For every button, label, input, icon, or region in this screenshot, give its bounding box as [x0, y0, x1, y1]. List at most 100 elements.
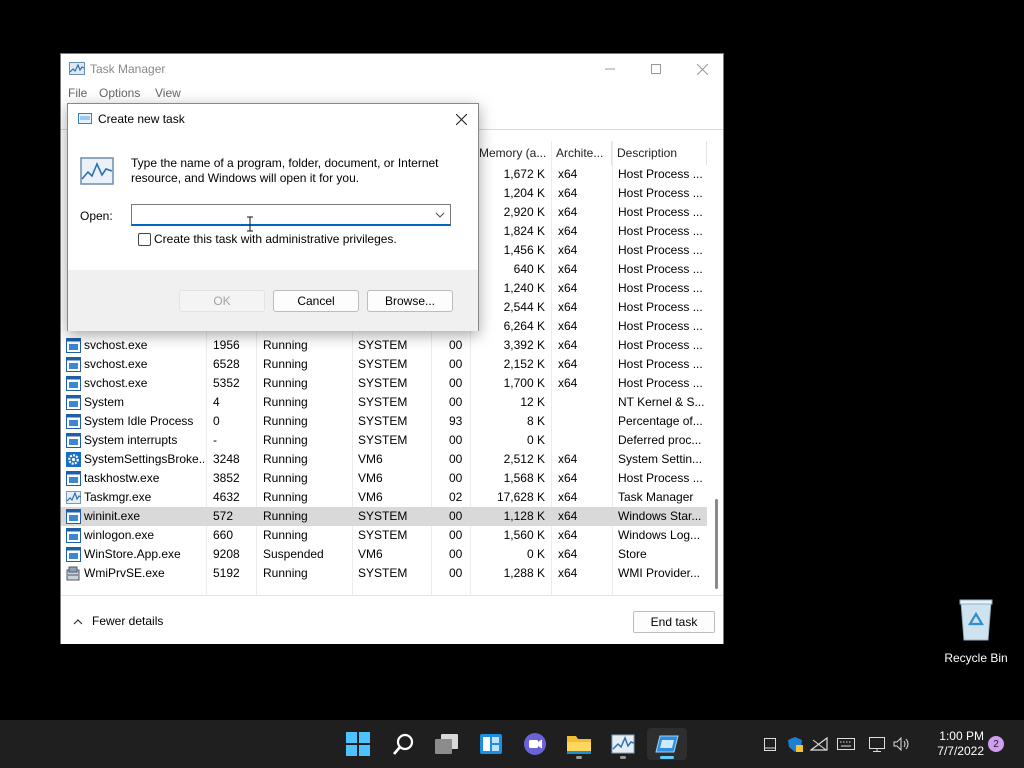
- tray-keyboard-icon[interactable]: [836, 734, 856, 754]
- cell-cpu: 00: [449, 452, 463, 466]
- service-icon: [66, 395, 81, 410]
- fewer-details-label: Fewer details: [92, 614, 164, 628]
- task-view-icon: [435, 734, 458, 754]
- tray-security-icon[interactable]: [785, 734, 805, 754]
- tray-notes-icon[interactable]: [760, 734, 780, 754]
- open-dropdown-button[interactable]: [433, 208, 447, 222]
- taskbar-create-new-task[interactable]: [647, 728, 687, 760]
- cell-description: Host Process ...: [618, 281, 703, 295]
- admin-privileges-checkbox[interactable]: Create this task with administrative pri…: [138, 232, 397, 246]
- maximize-button[interactable]: [633, 54, 679, 84]
- service-icon: [66, 547, 81, 562]
- cell-architecture: x64: [558, 205, 578, 219]
- table-row[interactable]: WinStore.App.exe 9208 Suspended VM6 00 0 K x64…: [61, 545, 707, 564]
- cell-architecture: x64: [558, 452, 578, 466]
- cell-description: Host Process ...: [618, 319, 703, 333]
- cell-pid: 3248: [213, 452, 240, 466]
- running-indicator: [576, 756, 582, 759]
- cancel-button[interactable]: Cancel: [273, 290, 359, 312]
- table-row[interactable]: winlogon.exe 660 Running SYSTEM 00 1,560 K x64…: [61, 526, 707, 545]
- search-button[interactable]: [383, 728, 423, 760]
- menu-view[interactable]: View: [155, 86, 181, 100]
- active-indicator: [660, 756, 674, 759]
- file-explorer-button[interactable]: [559, 728, 599, 760]
- dialog-title: Create new task: [98, 112, 185, 126]
- cell-name: svchost.exe: [84, 338, 148, 352]
- table-row[interactable]: System 4 Running SYSTEM 00 12 K NT Kernel & S.…: [61, 393, 707, 412]
- cell-architecture: x64: [558, 281, 578, 295]
- cell-memory: 1,128 K: [503, 509, 545, 523]
- menu-options[interactable]: Options: [99, 86, 140, 100]
- start-button[interactable]: [338, 728, 378, 760]
- cell-name: System interrupts: [84, 433, 178, 447]
- cell-status: Running: [263, 433, 308, 447]
- table-row[interactable]: WmiPrvSE.exe 5192 Running SYSTEM 00 1,288 K x6…: [61, 564, 707, 583]
- cell-description: Host Process ...: [618, 186, 703, 200]
- cell-name: svchost.exe: [84, 357, 148, 371]
- tray-volume-icon[interactable]: [892, 734, 912, 754]
- menu-file[interactable]: File: [68, 86, 87, 100]
- task-manager-titlebar[interactable]: Task Manager: [61, 54, 723, 84]
- dialog-titlebar[interactable]: Create new task: [68, 104, 478, 134]
- cell-memory: 3,392 K: [503, 338, 545, 352]
- scrollbar-thumb[interactable]: [715, 499, 718, 589]
- notification-badge[interactable]: 2: [988, 736, 1004, 752]
- task-view-button[interactable]: [427, 728, 467, 760]
- cell-user: VM6: [358, 547, 383, 561]
- widgets-button[interactable]: [471, 728, 511, 760]
- open-input[interactable]: [131, 204, 451, 226]
- table-row[interactable]: System Idle Process 0 Running SYSTEM 93 8 K Pe…: [61, 412, 707, 431]
- column-header-description[interactable]: Description: [613, 141, 707, 165]
- cell-architecture: x64: [558, 490, 578, 504]
- cell-description: Host Process ...: [618, 262, 703, 276]
- table-row[interactable]: SystemSettingsBroke... 3248 Running VM6 00 2,…: [61, 450, 707, 469]
- browse-button[interactable]: Browse...: [367, 290, 453, 312]
- table-row[interactable]: taskhostw.exe 3852 Running VM6 00 1,568 K x64 H…: [61, 469, 707, 488]
- cell-pid: 9208: [213, 547, 240, 561]
- running-indicator: [620, 756, 626, 759]
- minimize-button[interactable]: [587, 54, 633, 84]
- column-header-architecture[interactable]: Archite...: [552, 141, 612, 165]
- ok-button[interactable]: OK: [179, 290, 265, 312]
- service-icon: [66, 414, 81, 429]
- cell-user: SYSTEM: [358, 433, 408, 447]
- table-row[interactable]: System interrupts - Running SYSTEM 00 0 K Defe…: [61, 431, 707, 450]
- chat-button[interactable]: [515, 728, 555, 760]
- cell-pid: -: [213, 433, 217, 447]
- dialog-close-button[interactable]: [450, 108, 472, 130]
- cell-memory: 2,512 K: [503, 452, 545, 466]
- recycle-bin-label: Recycle Bin: [944, 651, 1008, 665]
- tray-display-icon[interactable]: [868, 734, 888, 754]
- cell-name: SystemSettingsBroke...: [84, 452, 204, 466]
- cell-pid: 572: [213, 509, 234, 523]
- recycle-bin[interactable]: Recycle Bin: [940, 598, 1012, 665]
- cell-user: SYSTEM: [358, 509, 408, 523]
- cell-description: Host Process ...: [618, 357, 703, 371]
- cell-user: VM6: [358, 452, 383, 466]
- table-row[interactable]: wininit.exe 572 Running SYSTEM 00 1,128 K x64 W…: [61, 507, 707, 526]
- cell-cpu: 02: [449, 490, 463, 504]
- vertical-scrollbar[interactable]: [711, 141, 723, 596]
- cell-memory: 0 K: [526, 547, 545, 561]
- end-task-button[interactable]: End task: [633, 611, 715, 633]
- checkbox-box[interactable]: [138, 232, 151, 246]
- column-header-memory[interactable]: Memory (a...: [475, 141, 552, 165]
- service-icon: [66, 433, 81, 448]
- folder-icon: [567, 736, 591, 754]
- cell-pid: 660: [213, 528, 234, 542]
- cell-status: Running: [263, 376, 308, 390]
- taskbar-task-manager[interactable]: [603, 728, 643, 760]
- table-row[interactable]: Taskmgr.exe 4632 Running VM6 02 17,628 K x64 Ta…: [61, 488, 707, 507]
- table-row[interactable]: svchost.exe 1956 Running SYSTEM 00 3,392 K x64…: [61, 336, 707, 355]
- taskbar-clock[interactable]: 1:00 PM 7/7/2022: [920, 729, 984, 759]
- task-manager-icon: [69, 62, 85, 75]
- cell-user: VM6: [358, 490, 383, 504]
- fewer-details-link[interactable]: Fewer details: [73, 614, 163, 628]
- cell-name: svchost.exe: [84, 376, 148, 390]
- tray-network-icon[interactable]: [809, 734, 829, 754]
- run-icon: [655, 735, 679, 753]
- table-row[interactable]: svchost.exe 5352 Running SYSTEM 00 1,700 K x64…: [61, 374, 707, 393]
- table-row[interactable]: svchost.exe 6528 Running SYSTEM 00 2,152 K x64…: [61, 355, 707, 374]
- close-button[interactable]: [679, 54, 725, 84]
- cell-description: NT Kernel & S...: [618, 395, 704, 409]
